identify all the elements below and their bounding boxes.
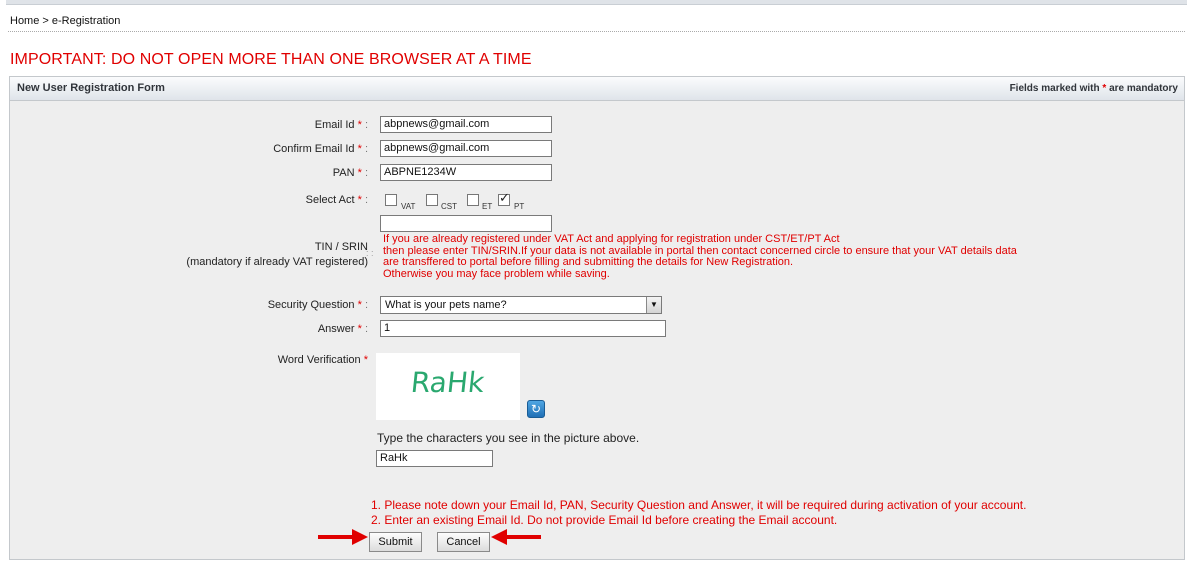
tin-help-line-1: If you are already registered under VAT … — [383, 233, 840, 245]
answer-label-text: Answer — [317, 323, 355, 335]
security-question-label: Security Question * : — [267, 299, 368, 311]
pan-label: PAN * : — [332, 167, 368, 179]
required-star: * — [357, 194, 362, 206]
captcha-input[interactable] — [376, 450, 493, 467]
pan-label-text: PAN — [332, 167, 355, 179]
confirm-email-label-text: Confirm Email Id — [273, 143, 355, 155]
email-label: Email Id * : — [314, 119, 368, 131]
confirm-email-label: Confirm Email Id * : — [273, 143, 368, 155]
registration-form-panel: New User Registration Form Fields marked… — [9, 76, 1185, 560]
security-question-value: What is your pets name? — [385, 299, 507, 311]
captcha-text: RaHk — [409, 366, 487, 399]
tin-srin-sublabel: (mandatory if already VAT registered) — [186, 256, 368, 268]
mandatory-star: * — [1102, 83, 1107, 94]
top-nav-bar — [6, 0, 1187, 5]
tin-help-line-3: are transffered to portal before filling… — [383, 256, 794, 268]
mandatory-note-suffix: are mandatory — [1109, 83, 1178, 94]
word-verification-label: Word Verification * — [278, 354, 368, 366]
cancel-button[interactable]: Cancel — [437, 532, 490, 552]
required-star: * — [357, 299, 362, 311]
tin-colon: : : — [366, 248, 374, 258]
confirm-email-field[interactable] — [380, 140, 552, 157]
tin-srin-label-text: TIN / SRIN — [314, 241, 368, 253]
tin-srin-field[interactable] — [380, 215, 552, 232]
select-act-label-text: Select Act — [305, 194, 355, 206]
answer-label: Answer * : — [317, 323, 368, 335]
browser-warning: IMPORTANT: DO NOT OPEN MORE THAN ONE BRO… — [10, 51, 532, 68]
security-question-select[interactable]: What is your pets name? ▼ — [380, 296, 662, 314]
note-line-1: 1. Please note down your Email Id, PAN, … — [371, 498, 1027, 512]
security-question-label-text: Security Question — [267, 299, 355, 311]
checkbox-cst[interactable] — [426, 194, 438, 206]
refresh-icon[interactable]: ↻ — [527, 400, 545, 418]
required-star: * — [363, 354, 368, 366]
checkbox-vat-label: VAT — [401, 202, 416, 211]
checkbox-et-label: ET — [482, 202, 493, 211]
mandatory-note-prefix: Fields marked with — [1009, 83, 1100, 94]
pan-field[interactable] — [380, 164, 552, 181]
breadcrumb-home[interactable]: Home — [10, 15, 39, 27]
mandatory-note: Fields marked with * are mandatory — [1010, 83, 1178, 94]
select-act-label: Select Act * : — [305, 194, 368, 206]
note-line-2: 2. Enter an existing Email Id. Do not pr… — [371, 513, 838, 527]
answer-field[interactable] — [380, 320, 666, 337]
word-verification-label-text: Word Verification — [277, 354, 361, 366]
form-header: New User Registration Form Fields marked… — [10, 77, 1184, 101]
submit-button[interactable]: Submit — [369, 532, 422, 552]
captcha-hint: Type the characters you see in the pictu… — [377, 431, 640, 445]
required-star: * — [357, 323, 362, 335]
breadcrumb-current: e-Registration — [51, 15, 121, 27]
chevron-down-icon[interactable]: ▼ — [646, 297, 661, 313]
email-label-text: Email Id — [314, 119, 355, 131]
checkbox-et[interactable] — [467, 194, 479, 206]
breadcrumb: Home > e-Registration — [10, 15, 120, 27]
form-title: New User Registration Form — [17, 82, 165, 94]
required-star: * — [357, 143, 362, 155]
checkbox-pt-label: PT — [514, 202, 525, 211]
tin-help-line-4: Otherwise you may face problem while sav… — [383, 268, 610, 280]
checkbox-vat[interactable] — [385, 194, 397, 206]
checkbox-pt[interactable]: ✓ — [498, 190, 510, 206]
breadcrumb-separator: > — [42, 15, 49, 27]
required-star: * — [357, 119, 362, 131]
tin-srin-label: TIN / SRIN — [315, 241, 368, 253]
checkmark-icon: ✓ — [499, 190, 510, 205]
checkbox-cst-label: CST — [441, 202, 457, 211]
email-field[interactable] — [380, 116, 552, 133]
required-star: * — [357, 167, 362, 179]
breadcrumb-divider — [8, 31, 1185, 32]
captcha-image: RaHk — [376, 353, 520, 420]
